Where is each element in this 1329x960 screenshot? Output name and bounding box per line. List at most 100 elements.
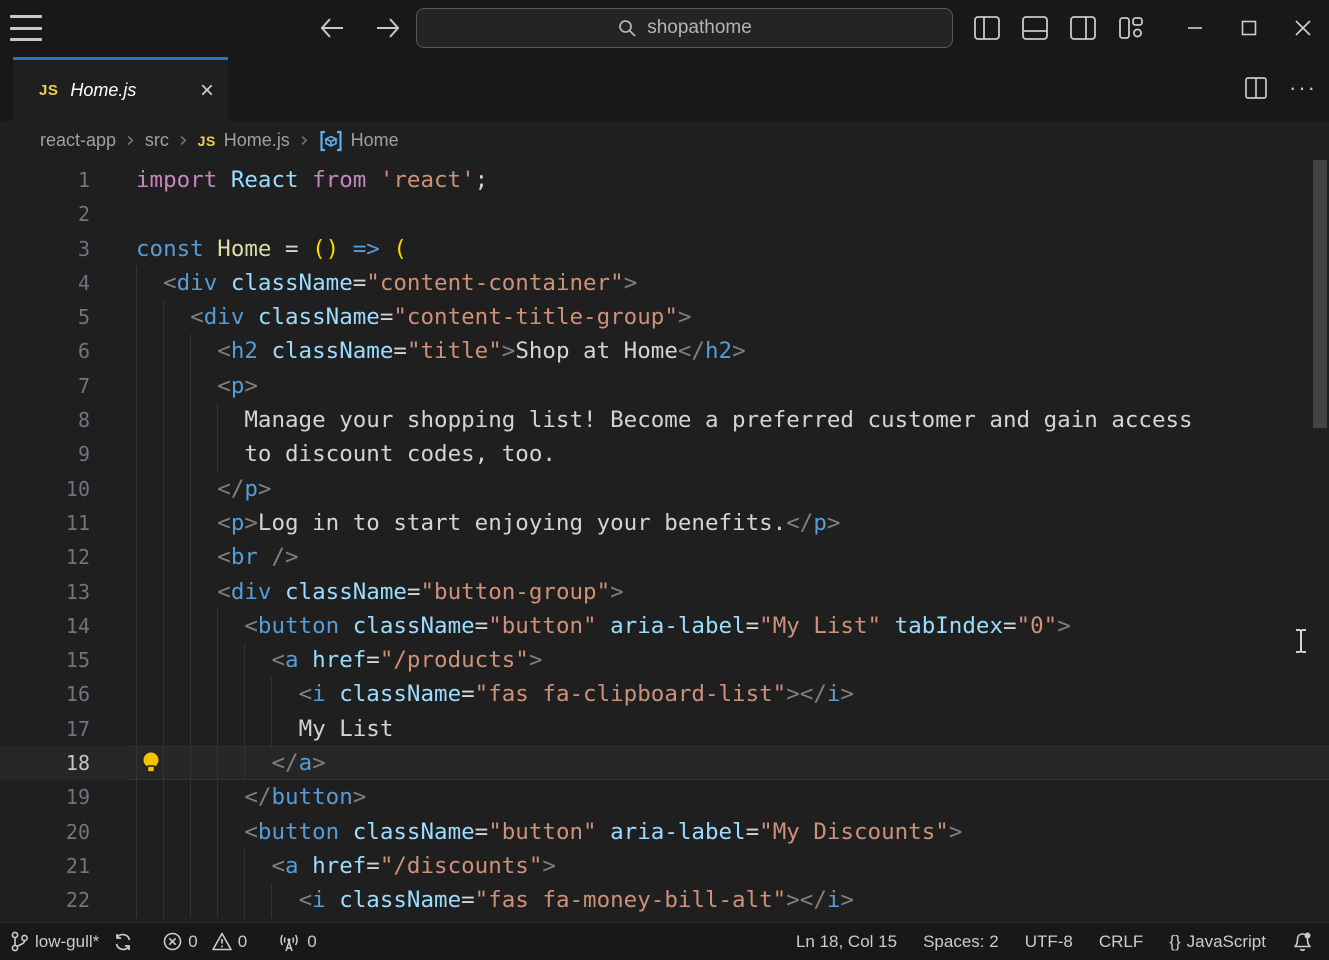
source-control-branch[interactable]: low-gull* — [10, 931, 133, 952]
back-icon[interactable] — [316, 12, 348, 44]
line-number: 12 — [0, 540, 90, 574]
code-line[interactable]: 21<a href="/discounts"> — [0, 849, 1329, 883]
indent-guide — [190, 506, 217, 540]
braces-icon: {} — [1169, 932, 1180, 952]
code-line[interactable]: 9to discount codes, too. — [0, 437, 1329, 471]
code-line[interactable]: 15 <a href="/products"> — [0, 643, 1329, 677]
text-cursor-pointer — [1293, 628, 1309, 654]
code-text: <a href="/discounts"> — [136, 849, 556, 883]
line-number: 15 — [0, 643, 90, 677]
code-line[interactable]: 13<div className="button-group"> — [0, 575, 1329, 609]
indent-guide — [163, 334, 190, 368]
layout-sidebar-left-icon[interactable] — [972, 14, 1002, 42]
indent-guide — [136, 780, 163, 814]
indent-guide — [217, 437, 244, 471]
cursor-position[interactable]: Ln 18, Col 15 — [796, 932, 897, 952]
code-editor[interactable]: 1import React from 'react';23 const Home … — [0, 160, 1329, 922]
code-line[interactable]: 12<br /> — [0, 540, 1329, 574]
layout-panel-icon[interactable] — [1020, 14, 1050, 42]
problems-indicator[interactable]: 0 0 — [163, 932, 247, 952]
code-text: </p> — [136, 472, 271, 506]
menu-icon[interactable] — [10, 15, 42, 41]
breadcrumb-home-symbol[interactable]: Home — [319, 130, 399, 152]
code-line[interactable]: 6<h2 className="title">Shop at Home</h2> — [0, 334, 1329, 368]
tab-close-icon[interactable]: × — [200, 81, 214, 101]
language-mode[interactable]: {} JavaScript — [1169, 932, 1266, 952]
ports-indicator[interactable]: 0 — [277, 932, 316, 952]
code-text: <i className="fas fa-money-bill-alt"></i… — [136, 883, 854, 917]
code-line[interactable]: 5<div className="content-title-group"> — [0, 300, 1329, 334]
code-line[interactable]: 10 </p> — [0, 472, 1329, 506]
indent-guide — [136, 403, 163, 437]
line-number: 7 — [0, 369, 90, 403]
line-number: 3 — [0, 232, 90, 266]
code-line[interactable]: 14<button className="button" aria-label=… — [0, 609, 1329, 643]
breadcrumb-home-js[interactable]: JS Home.js — [198, 130, 290, 151]
close-button[interactable] — [1276, 8, 1329, 48]
code-line[interactable]: 11<p>Log in to start enjoying your benef… — [0, 506, 1329, 540]
code-text: Manage your shopping list! Become a pref… — [136, 403, 1193, 437]
indent-guide — [217, 815, 244, 849]
customize-layout-icon[interactable] — [1116, 14, 1146, 42]
eol-setting[interactable]: CRLF — [1099, 932, 1143, 952]
indent-guide — [217, 849, 244, 883]
forward-icon[interactable] — [372, 12, 404, 44]
more-actions-icon[interactable]: ··· — [1289, 75, 1317, 101]
code-line[interactable]: 2 — [0, 197, 1329, 231]
indent-guide — [244, 849, 271, 883]
chevron-right-icon: › — [179, 128, 188, 153]
indent-guide — [217, 609, 244, 643]
notifications-bell[interactable] — [1292, 931, 1313, 953]
code-text: <a href="/products"> — [136, 643, 542, 677]
code-line[interactable]: 7 <p> — [0, 369, 1329, 403]
sync-icon[interactable] — [113, 932, 133, 952]
tab-home-js[interactable]: JS Home.js × — [13, 57, 228, 121]
code-line[interactable]: 16<i className="fas fa-clipboard-list"><… — [0, 677, 1329, 711]
layout-sidebar-right-icon[interactable] — [1068, 14, 1098, 42]
code-text: <p> — [136, 369, 258, 403]
code-line[interactable]: 20<button className="button" aria-label=… — [0, 815, 1329, 849]
vscode-window: shopathome — [0, 0, 1329, 960]
code-line[interactable]: 8Manage your shopping list! Become a pre… — [0, 403, 1329, 437]
code-text: <button className="button" aria-label="M… — [136, 609, 1071, 643]
indent-guide — [217, 712, 244, 746]
indent-guide — [163, 746, 190, 780]
code-text: <div className="button-group"> — [136, 575, 624, 609]
code-line[interactable]: 3 const Home = () => ( — [0, 232, 1329, 266]
line-number: 17 — [0, 712, 90, 746]
code-text: </button> — [136, 780, 366, 814]
status-bar: low-gull* 0 0 0 — [0, 922, 1329, 960]
maximize-button[interactable] — [1222, 8, 1276, 48]
indent-guide — [163, 815, 190, 849]
indent-guide — [163, 540, 190, 574]
code-line[interactable]: 18</a> — [0, 746, 1329, 780]
search-icon — [617, 18, 637, 38]
indent-guide — [244, 746, 271, 780]
indent-guide — [190, 575, 217, 609]
editor-tab-bar: JS Home.js × ··· — [0, 57, 1329, 121]
minimize-button[interactable] — [1168, 8, 1222, 48]
code-text: const Home = () => ( — [136, 232, 407, 266]
code-line[interactable]: 19</button> — [0, 780, 1329, 814]
split-editor-icon[interactable] — [1245, 77, 1267, 99]
indent-guide — [136, 643, 163, 677]
command-center-search[interactable]: shopathome — [416, 8, 953, 48]
code-line[interactable]: 17My List — [0, 712, 1329, 746]
indent-guide — [190, 712, 217, 746]
breadcrumb-react-app[interactable]: react-app — [40, 130, 116, 151]
vertical-scrollbar[interactable] — [1313, 160, 1327, 428]
code-line[interactable]: 4<div className="content-container"> — [0, 266, 1329, 300]
code-line[interactable]: 1import React from 'react'; — [0, 163, 1329, 197]
indent-guide — [136, 540, 163, 574]
indent-guide — [163, 780, 190, 814]
indentation-setting[interactable]: Spaces: 2 — [923, 932, 999, 952]
code-lines: 1import React from 'react';23 const Home … — [0, 163, 1329, 918]
encoding-setting[interactable]: UTF-8 — [1025, 932, 1073, 952]
breadcrumb-src[interactable]: src — [145, 130, 169, 151]
indent-guide — [136, 883, 163, 917]
code-line[interactable]: 22<i className="fas fa-money-bill-alt"><… — [0, 883, 1329, 917]
indent-guide — [217, 677, 244, 711]
line-number: 10 — [0, 472, 90, 506]
lightbulb-icon[interactable] — [140, 751, 162, 776]
line-number: 6 — [0, 334, 90, 368]
